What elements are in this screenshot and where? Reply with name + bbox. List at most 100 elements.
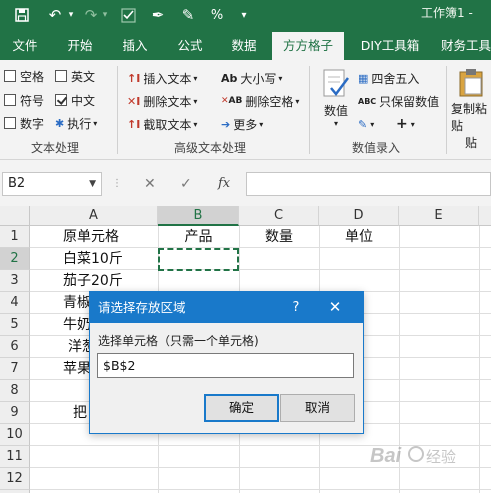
keep-numeric-icon: ABC bbox=[358, 96, 377, 106]
redo-icon[interactable]: ↷ bbox=[80, 4, 102, 26]
cell-a2[interactable]: 白菜10斤 bbox=[63, 248, 123, 270]
cell-a5[interactable]: 牛奶 bbox=[63, 314, 91, 336]
customize-quick-access-icon[interactable]: ▾ bbox=[236, 4, 252, 26]
checkbox-label: 空格 bbox=[20, 69, 45, 84]
group-label-numeric: 数值录入 bbox=[352, 141, 401, 155]
save-icon[interactable] bbox=[12, 4, 32, 26]
cell-reference-input[interactable] bbox=[97, 353, 354, 378]
row-header[interactable]: 3 bbox=[0, 270, 30, 292]
column-header-c[interactable]: C bbox=[239, 206, 319, 226]
cell-a1[interactable]: 原单元格 bbox=[63, 226, 119, 248]
checkbox-symbol[interactable]: 符号 bbox=[4, 90, 44, 110]
checkbox-space[interactable]: 空格 bbox=[4, 66, 44, 86]
row-header[interactable]: 8 bbox=[0, 380, 30, 402]
tab-data[interactable]: 数据 bbox=[219, 32, 269, 60]
baidu-watermark: Bai 经验 bbox=[368, 438, 483, 476]
row-header[interactable]: 12 bbox=[0, 468, 30, 490]
execute-icon: ✱ bbox=[55, 116, 65, 130]
checkbox-box[interactable] bbox=[4, 70, 16, 82]
cell-a7[interactable]: 苹果 bbox=[63, 358, 91, 380]
row-header[interactable]: 11 bbox=[0, 446, 30, 468]
close-icon[interactable]: ✕ bbox=[325, 292, 345, 323]
dialog-title: 请选择存放区域 bbox=[98, 300, 186, 315]
insert-function-icon[interactable]: fx bbox=[218, 173, 230, 195]
keep-numeric-label: 只保留数值 bbox=[379, 94, 440, 109]
delete-text-button[interactable]: ✕I 删除文本 ▾ bbox=[127, 91, 197, 111]
cancel-button[interactable]: 取消 bbox=[280, 394, 355, 422]
checkbox-box[interactable] bbox=[4, 117, 16, 129]
enter-icon[interactable]: ✓ bbox=[180, 173, 192, 195]
group-separator bbox=[446, 66, 447, 154]
column-header-a[interactable]: A bbox=[30, 206, 158, 226]
row-header[interactable]: 7 bbox=[0, 358, 30, 380]
tab-file[interactable]: 文件 bbox=[0, 32, 50, 60]
row-header[interactable]: 10 bbox=[0, 424, 30, 446]
row-header[interactable]: 4 bbox=[0, 292, 30, 314]
formula-input[interactable] bbox=[246, 172, 491, 196]
cell-d1[interactable]: 单位 bbox=[319, 226, 399, 248]
column-header-b[interactable]: B bbox=[158, 206, 239, 226]
cell-a3[interactable]: 茄子20斤 bbox=[63, 270, 123, 292]
checkbox-tool-icon[interactable] bbox=[118, 4, 138, 26]
execute-button[interactable]: ✱ 执行 ▾ bbox=[55, 113, 97, 133]
checkbox-label: 数字 bbox=[20, 116, 45, 131]
delete-text-label: 删除文本 bbox=[143, 94, 192, 109]
more-label: 更多 bbox=[233, 117, 258, 132]
undo-dropdown-icon[interactable]: ▾ bbox=[66, 4, 76, 26]
checkbox-box[interactable] bbox=[55, 70, 67, 82]
cell-c1[interactable]: 数量 bbox=[239, 226, 319, 248]
checkbox-box[interactable] bbox=[4, 94, 16, 106]
delete-space-button[interactable]: ✕AB 删除空格 ▾ bbox=[221, 91, 299, 111]
more-button[interactable]: ➔ 更多 ▾ bbox=[221, 114, 263, 134]
cell-a4[interactable]: 青椒 bbox=[63, 292, 91, 314]
window-title: 工作簿1 - bbox=[421, 6, 473, 20]
ok-button[interactable]: 确定 bbox=[204, 394, 279, 422]
column-header-f[interactable] bbox=[479, 206, 491, 226]
insert-text-label: 插入文本 bbox=[143, 71, 192, 86]
copy-paste-button[interactable]: 复制粘贴 贴 bbox=[451, 68, 491, 151]
selected-cell-b2[interactable] bbox=[158, 248, 239, 271]
row-header[interactable]: 9 bbox=[0, 402, 30, 424]
column-header-d[interactable]: D bbox=[319, 206, 399, 226]
select-all-corner[interactable] bbox=[0, 206, 30, 226]
tab-finance-tools[interactable]: 财务工具 bbox=[436, 32, 491, 60]
keep-numeric-button[interactable]: ABC 只保留数值 bbox=[358, 91, 439, 111]
case-button[interactable]: Ab 大小写 ▾ bbox=[221, 68, 282, 88]
row-header[interactable]: 6 bbox=[0, 336, 30, 358]
magic-wand-icon[interactable]: ✒ bbox=[148, 4, 168, 26]
percent-icon[interactable]: % bbox=[207, 4, 227, 26]
tab-diy-toolbox[interactable]: DIY工具箱 bbox=[350, 32, 430, 60]
row-header[interactable]: 2 bbox=[0, 248, 30, 270]
round-button[interactable]: ▦ 四舍五入 bbox=[358, 68, 419, 88]
cell-b1[interactable]: 产品 bbox=[158, 226, 239, 248]
chevron-down-icon: ▾ bbox=[333, 119, 338, 128]
edit-dropdown-button[interactable]: ✎ ▾ bbox=[358, 114, 374, 134]
dialog-title-bar[interactable]: 请选择存放区域 ? ✕ bbox=[90, 292, 363, 323]
redo-dropdown-icon[interactable]: ▾ bbox=[100, 4, 110, 26]
tab-formulas[interactable]: 公式 bbox=[165, 32, 215, 60]
insert-text-icon: ↑I bbox=[127, 71, 141, 85]
checkbox-number[interactable]: 数字 bbox=[4, 113, 44, 133]
cut-text-button[interactable]: ↑I 截取文本 ▾ bbox=[127, 114, 197, 134]
row-header[interactable]: 5 bbox=[0, 314, 30, 336]
value-button[interactable]: 数值 ▾ bbox=[318, 68, 354, 128]
checkbox-english[interactable]: 英文 bbox=[55, 66, 95, 86]
help-icon[interactable]: ? bbox=[288, 292, 304, 323]
tab-insert[interactable]: 插入 bbox=[110, 32, 160, 60]
tab-fangfang[interactable]: 方方格子 bbox=[272, 32, 344, 60]
eraser-icon[interactable]: ✎ bbox=[178, 4, 198, 26]
cancel-icon[interactable]: ✕ bbox=[144, 173, 156, 195]
cell-a9[interactable]: 把 bbox=[73, 402, 87, 424]
checkbox-chinese[interactable]: 中文 bbox=[55, 90, 95, 110]
add-dropdown-button[interactable]: + ▾ bbox=[396, 114, 415, 134]
name-box[interactable]: B2 ▼ bbox=[2, 172, 102, 196]
chevron-down-icon[interactable]: ▼ bbox=[89, 173, 96, 195]
insert-text-button[interactable]: ↑I 插入文本 ▾ bbox=[127, 68, 197, 88]
cut-text-label: 截取文本 bbox=[143, 117, 192, 132]
column-header-e[interactable]: E bbox=[399, 206, 479, 226]
undo-icon[interactable]: ↶ bbox=[44, 4, 66, 26]
row-header[interactable]: 1 bbox=[0, 226, 30, 248]
checkbox-box[interactable] bbox=[55, 94, 67, 106]
tab-home[interactable]: 开始 bbox=[55, 32, 105, 60]
case-label: 大小写 bbox=[240, 71, 277, 86]
